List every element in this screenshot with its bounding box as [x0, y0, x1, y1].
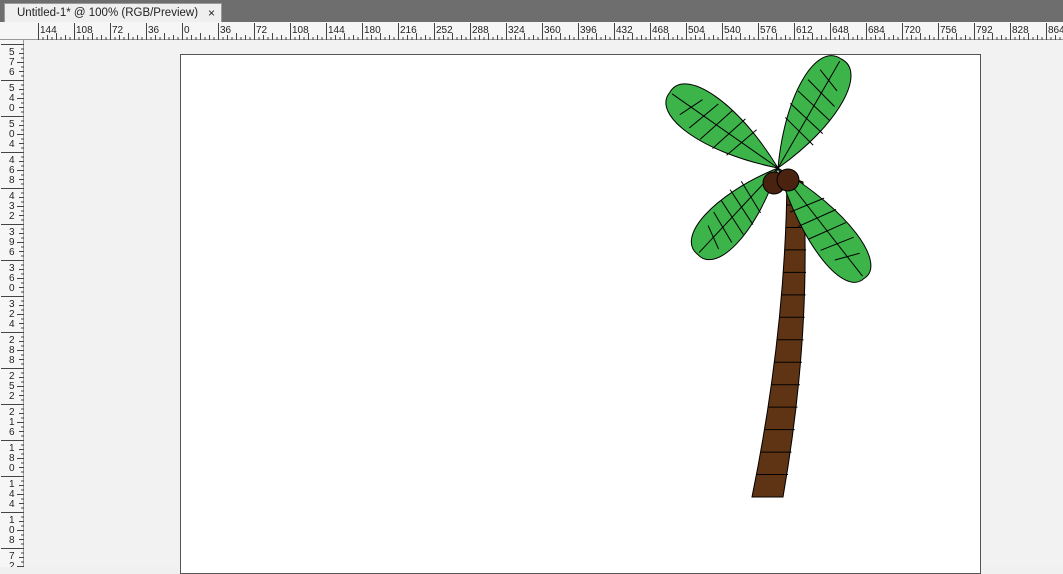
palm-leaf-upper-left[interactable]: [665, 83, 780, 169]
palm-leaf-upper-right[interactable]: [777, 55, 852, 170]
palm-trunk[interactable]: [751, 175, 807, 498]
palm-tree-artwork[interactable]: [0, 0, 1063, 567]
